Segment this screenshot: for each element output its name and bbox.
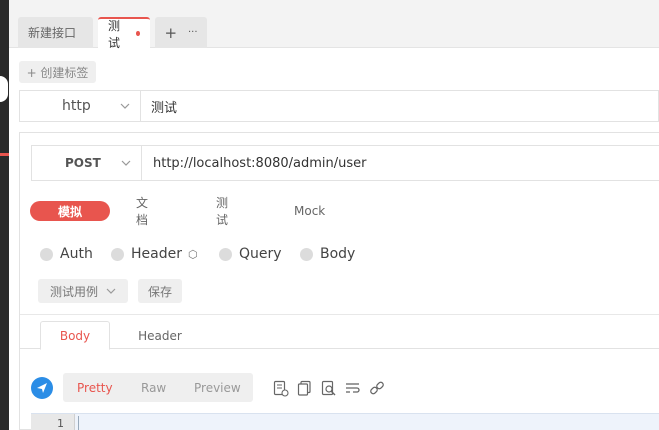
line-number: 1: [31, 414, 75, 430]
mode-test[interactable]: 测试: [216, 196, 228, 227]
test-case-label: 测试用例: [49, 284, 98, 299]
link-icon[interactable]: [365, 378, 389, 398]
method-value: POST: [65, 156, 101, 170]
tab-test[interactable]: 测试: [98, 17, 150, 50]
radio-circle: [300, 247, 313, 261]
cube-icon: ⬡: [187, 247, 198, 261]
radio-circle: [40, 247, 53, 261]
unsaved-dot-icon: [135, 31, 140, 36]
tab-actions: + ···: [155, 17, 207, 48]
app-window: 新建接口 测试 + ··· + 创建标签 http 测试 POST http:/…: [0, 0, 659, 430]
save-button[interactable]: 保存: [138, 279, 182, 303]
radio-circle: [219, 247, 232, 261]
radio-query[interactable]: Query: [219, 246, 282, 262]
subtab-header[interactable]: Header: [130, 321, 190, 350]
send-icon[interactable]: [31, 377, 53, 399]
search-doc-icon[interactable]: [317, 378, 341, 398]
sidebar-collapse-handle[interactable]: [0, 76, 8, 102]
protocol-row: http 测试: [19, 90, 659, 122]
chevron-down-icon: [106, 288, 116, 294]
editor-tools: [269, 378, 389, 398]
radio-auth[interactable]: Auth: [40, 246, 93, 262]
request-panel: POST http://localhost:8080/admin/user 模拟…: [19, 132, 659, 430]
mode-mock[interactable]: Mock: [294, 201, 325, 221]
code-editor[interactable]: 1: [31, 413, 659, 430]
divider: [20, 314, 659, 315]
method-select[interactable]: POST: [32, 146, 142, 180]
radio-label: Body: [320, 246, 356, 262]
api-name-field[interactable]: 测试: [151, 91, 177, 121]
body-toolbar: Pretty Raw Preview: [20, 373, 659, 403]
radio-circle: [111, 247, 124, 261]
tab-label: 测试: [108, 18, 121, 50]
tab-label: 新建接口: [28, 26, 77, 40]
radio-label: Auth: [60, 246, 93, 262]
view-raw[interactable]: Raw: [141, 373, 166, 402]
url-row: POST http://localhost:8080/admin/user: [31, 145, 659, 181]
chevron-down-icon: [120, 103, 130, 109]
add-tab-icon[interactable]: +: [164, 24, 177, 42]
radio-header[interactable]: Header ⬡: [111, 246, 198, 262]
protocol-value: http: [62, 98, 91, 114]
left-sidebar-strip: [0, 0, 9, 430]
wrap-icon[interactable]: [341, 378, 365, 398]
protocol-select[interactable]: http: [20, 91, 141, 121]
radio-label: Header: [131, 246, 182, 262]
response-subtabs: Body Header: [20, 321, 659, 350]
view-preview[interactable]: Preview: [194, 373, 241, 402]
chevron-down-icon: [121, 160, 131, 166]
copy-icon[interactable]: [293, 378, 317, 398]
view-pretty[interactable]: Pretty: [77, 373, 113, 402]
mode-docs[interactable]: 文档: [136, 196, 148, 227]
text-cursor: [78, 416, 79, 430]
active-item-marker: [0, 153, 9, 156]
create-tag-button[interactable]: + 创建标签: [19, 61, 96, 83]
url-input[interactable]: http://localhost:8080/admin/user: [153, 146, 367, 180]
tab-bar: 新建接口 测试 + ···: [9, 0, 659, 50]
radio-body[interactable]: Body: [300, 246, 355, 262]
subtab-body[interactable]: Body: [40, 321, 110, 350]
view-mode-group: Pretty Raw Preview: [63, 373, 253, 402]
format-doc-icon[interactable]: [269, 378, 293, 398]
radio-label: Query: [239, 246, 282, 262]
tab-new-api[interactable]: 新建接口: [18, 17, 93, 48]
test-case-dropdown[interactable]: 测试用例: [38, 279, 128, 303]
mode-simulate[interactable]: 模拟: [30, 201, 110, 221]
more-icon[interactable]: ···: [188, 27, 198, 38]
